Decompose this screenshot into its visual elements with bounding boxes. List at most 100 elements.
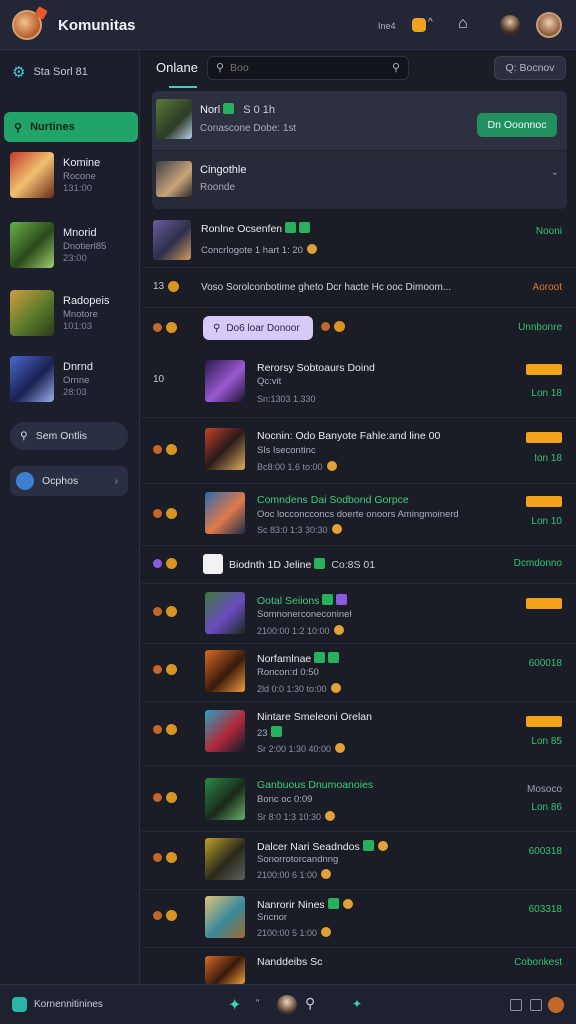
coin-icon (153, 853, 162, 862)
chevron-down-icon[interactable]: ^ (428, 17, 433, 28)
badge-icon (336, 594, 348, 605)
row-thumbnail (205, 956, 245, 984)
bottom-bar-label: Kornennitinines (34, 999, 103, 1010)
coin-icon (334, 321, 345, 332)
user-avatar[interactable] (536, 12, 562, 38)
list-item[interactable]: 13 Voso Sorolconbotime gheto Dcr hacte H… (141, 268, 576, 308)
row-subtitle: Sncnor (257, 912, 288, 923)
row-title: Norfamlnae (257, 652, 340, 665)
sidebar-item[interactable]: Mnorid Dnotierl85 23:00 (10, 222, 136, 272)
coin-icon (331, 524, 342, 534)
list-item[interactable]: Nintare Smeleoni Orelan 23 Sr 2:00 1:30 … (141, 702, 576, 766)
chevron-down-icon[interactable]: ⌄ (551, 167, 559, 178)
active-tab-indicator (169, 86, 197, 88)
featured-second-title: Cingothle (200, 164, 247, 176)
home-icon[interactable]: ⌂ (458, 15, 468, 33)
list-item[interactable]: Nanrorir Nines Sncnor 2100:00 5 1:00 603… (141, 890, 576, 948)
pin-icon[interactable]: ✦ (352, 997, 362, 1011)
sidebar-search-pill[interactable]: ⚲ Sem Ontlis (10, 422, 128, 450)
row-subtitle: Concrlogote 1 hart 1: 20 (201, 244, 317, 256)
list-item[interactable]: Ronlne Ocsenfen Concrlogote 1 hart 1: 20… (141, 212, 576, 268)
row-status: Lon 10 (531, 516, 562, 527)
coin-icon (153, 509, 162, 518)
sidebar-item[interactable]: Komine Rocone 131:00 (10, 152, 136, 202)
row-title: Dalcer Nari Seadndos (257, 840, 388, 853)
list-item[interactable]: Ootal Seiions Somnonerconeconinel 2100:0… (141, 584, 576, 644)
row-lead (153, 664, 177, 675)
sidebar-item[interactable]: Radopeis Mnotore 101:03 (10, 290, 136, 340)
row-subtitle: Somnonerconeconinel (257, 609, 352, 620)
verified-icon (322, 594, 334, 605)
list-item[interactable]: ⚲ Do6 loar Donoor Unnbonre (141, 308, 576, 348)
status-badge (526, 496, 562, 507)
list-item[interactable]: Comndens Dai Sodbond Gorpce Ooc locconcc… (141, 484, 576, 546)
invite-pill[interactable]: ⚲ Do6 loar Donoor (203, 316, 313, 340)
row-meta: 2100:00 5 1:00 (257, 927, 332, 938)
tab-online[interactable]: Onlane (156, 60, 198, 75)
sidebar-header[interactable]: ⚙ Sta Sorl 81 (12, 64, 88, 81)
coin-icon (153, 445, 162, 454)
coin-icon (166, 910, 177, 921)
friend-avatar[interactable] (500, 15, 520, 35)
search-icon: ⚲ (14, 121, 23, 134)
notification-badge-icon[interactable] (412, 18, 426, 32)
verified-icon (270, 726, 282, 737)
row-thumbnail (205, 428, 245, 470)
sidebar-item[interactable]: Dnrnd Ornne 28:03 (10, 356, 136, 406)
list-item[interactable]: Biodnth 1D Jeline Co:8S 01 Dcmdonno (141, 546, 576, 584)
join-button[interactable]: Dn Ooonnoc (477, 113, 557, 137)
user-avatar[interactable] (277, 995, 297, 1015)
row-subtitle: Roncon:d 0:50 (257, 667, 319, 678)
featured-second-thumbnail (156, 161, 192, 197)
sidebar-profile-button[interactable]: Ocphos › (10, 466, 128, 496)
sparkle-icon[interactable]: ✦ (228, 995, 241, 1015)
profile-icon (16, 472, 34, 490)
window-icon[interactable] (530, 999, 542, 1011)
list-item[interactable]: 10 Rerorsy Sobtoaurs Doind Qc:vit Sn:130… (141, 350, 576, 418)
coin-icon (306, 244, 317, 254)
coin-icon (166, 664, 177, 675)
list-item[interactable]: Ganbuous Dnumoanoies Bonc oc 0:09 Sr 8:0… (141, 766, 576, 832)
row-lead: 13 (153, 281, 180, 292)
row-lead: 10 (153, 374, 165, 385)
list-item[interactable]: Nanddeibs Sc Cobonkest (141, 948, 576, 984)
list-item[interactable]: Nocnin: Odo Banyote Fahle:and line 00 Sl… (141, 418, 576, 484)
status-badge (526, 364, 562, 375)
search-icon[interactable]: ⚲ (305, 995, 315, 1012)
row-title: Ganbuous Dnumoanoies (257, 779, 374, 791)
row-meta: Bc8:00 1.6 to:00 (257, 461, 337, 472)
row-text: Voso Sorolconbotime gheto Dcr hacte Hc o… (201, 282, 452, 293)
sidebar-item-sub: Rocone (63, 171, 96, 182)
community-icon[interactable] (12, 997, 27, 1012)
row-lead (153, 724, 177, 735)
coin-icon (166, 852, 177, 863)
row-lead (153, 792, 177, 803)
featured-subtitle: Conascone Dobe: 1st (200, 123, 297, 134)
featured-card[interactable]: Norl S 0 1h Conascone Dobe: 1st Dn Ooonn… (152, 91, 567, 209)
verified-icon (327, 898, 339, 909)
coin-icon (153, 607, 162, 616)
window-icon[interactable] (510, 999, 522, 1011)
sidebar-item-name: Komine (63, 157, 101, 169)
app-title: Komunitas (58, 17, 136, 34)
row-status: Lon 86 (531, 802, 562, 813)
search-input[interactable] (230, 60, 380, 76)
row-subtitle: Sonorrotorcandnng (257, 854, 339, 865)
search-submit-icon[interactable]: ⚲ (392, 61, 400, 74)
row-lead (153, 444, 177, 455)
app-logo[interactable] (12, 10, 42, 40)
row-title: Comndens Dai Sodbond Gorpce (257, 494, 409, 506)
coin-icon (321, 322, 330, 331)
sidebar-item-name: Mnorid (63, 227, 97, 239)
row-lead (153, 852, 177, 863)
sidebar-item-count: 131:00 (63, 183, 93, 194)
search-field[interactable]: ⚲ ⚲ (207, 56, 409, 80)
profile-icon[interactable] (548, 997, 564, 1013)
coin-icon (153, 793, 162, 802)
row-lead (153, 558, 177, 569)
sidebar-search-button[interactable]: ⚲ Nurtines (4, 112, 138, 142)
list-item[interactable]: Dalcer Nari Seadndos Sonorrotorcandnng 2… (141, 832, 576, 890)
featured-card-top: Norl S 0 1h Conascone Dobe: 1st Dn Ooonn… (152, 91, 567, 151)
list-item[interactable]: Norfamlnae Roncon:d 0:50 2ld 0:0 1:30 to… (141, 644, 576, 702)
filter-button[interactable]: Q: Bocnov (494, 56, 566, 80)
